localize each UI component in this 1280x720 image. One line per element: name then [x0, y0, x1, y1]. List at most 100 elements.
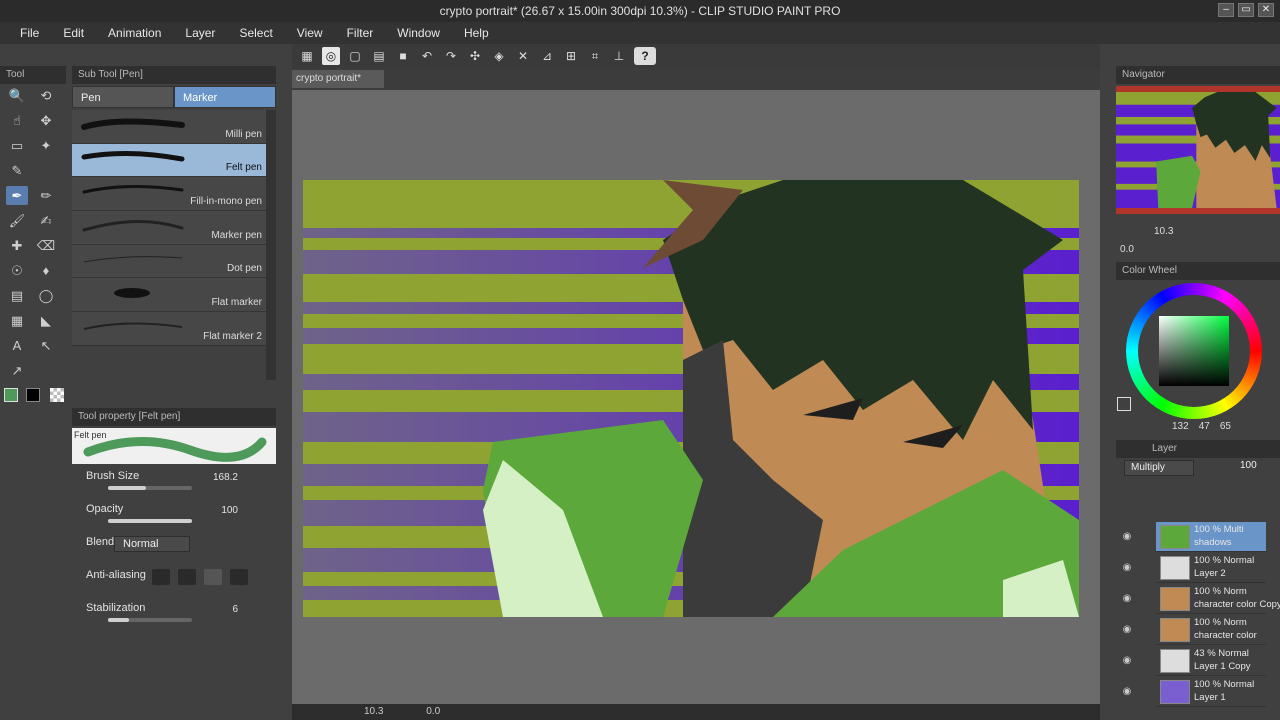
anti-aliasing-strong[interactable] [230, 569, 248, 585]
selection-icon[interactable]: ▭ [6, 136, 28, 155]
opacity-value[interactable]: 100 [221, 505, 238, 516]
navigator-zoom[interactable]: 10.3 [1154, 226, 1173, 237]
eye-icon[interactable]: ◉ [1121, 562, 1133, 574]
tool-property-tab[interactable]: Tool property [Felt pen] [72, 408, 276, 426]
tool-panel-tab[interactable]: Tool [0, 66, 66, 84]
redo-icon[interactable]: ↷ [442, 47, 460, 65]
layer-row[interactable]: 43 % Normal Layer 1 Copy [1156, 646, 1266, 676]
menu-help[interactable]: Help [452, 26, 501, 40]
minimize-button[interactable]: – [1218, 3, 1234, 17]
brush-item-dot-pen[interactable]: Dot pen [72, 244, 266, 279]
anti-aliasing-weak[interactable] [178, 569, 196, 585]
eye-icon[interactable]: ◉ [1121, 531, 1133, 543]
snap-ruler-icon[interactable]: ⊿ [538, 47, 556, 65]
eraser-icon[interactable]: ⌫ [35, 236, 57, 255]
color-wheel-ring[interactable] [1126, 283, 1262, 419]
layer-row[interactable]: 100 % Norm character color Copy [1156, 584, 1280, 614]
layer-row[interactable]: 100 % Normal Layer 2 [1156, 553, 1266, 583]
navigator-angle[interactable]: 0.0 [1120, 244, 1134, 255]
menu-file[interactable]: File [8, 26, 51, 40]
maximize-button[interactable]: ▭ [1238, 3, 1254, 17]
blend-icon[interactable]: ☉ [6, 261, 28, 280]
artwork-canvas[interactable] [303, 180, 1079, 617]
new-file-icon[interactable]: ▢ [346, 47, 364, 65]
status-zoom[interactable]: 10.3 [364, 706, 383, 717]
subtool-panel-tab[interactable]: Sub Tool [Pen] [72, 66, 276, 84]
brush-item-felt-pen[interactable]: Felt pen [72, 143, 266, 178]
frame-icon[interactable]: ▦ [6, 311, 28, 330]
correct-line-icon[interactable]: ↗ [6, 361, 28, 380]
menu-edit[interactable]: Edit [51, 26, 96, 40]
operation-icon[interactable]: ☝ [6, 111, 28, 130]
brush-size-value[interactable]: 168.2 [213, 472, 238, 483]
pencil-icon[interactable]: ✏ [35, 186, 57, 205]
menu-view[interactable]: View [285, 26, 335, 40]
color-saturation-square[interactable] [1159, 316, 1229, 386]
menu-filter[interactable]: Filter [335, 26, 386, 40]
menu-grid-icon[interactable]: ▦ [298, 47, 316, 65]
layer-tab[interactable]: Layer [1116, 440, 1280, 458]
menu-select[interactable]: Select [227, 26, 284, 40]
gradient-icon[interactable]: ▤ [6, 286, 28, 305]
snap-special-icon[interactable]: ⌗ [586, 47, 604, 65]
layer-blend-mode-select[interactable]: Multiply [1124, 460, 1194, 476]
menu-window[interactable]: Window [385, 26, 452, 40]
brush-list-scrollbar[interactable] [266, 110, 276, 380]
eye-icon[interactable]: ◉ [1121, 593, 1133, 605]
saturation-value[interactable]: 47 [1199, 421, 1210, 432]
fill-command-icon[interactable]: ◈ [490, 47, 508, 65]
layer-opacity-value[interactable]: 100 [1240, 460, 1257, 471]
tab-pen[interactable]: Pen [72, 86, 174, 108]
blending-mode-select[interactable]: Normal [114, 536, 190, 552]
navigator-preview[interactable] [1116, 86, 1280, 214]
layer-row[interactable]: 100 % Normal Layer 1 [1156, 677, 1266, 707]
eye-icon[interactable]: ◉ [1121, 655, 1133, 667]
menu-layer[interactable]: Layer [173, 26, 227, 40]
brightness-value[interactable]: 65 [1220, 421, 1231, 432]
navigator-tab[interactable]: Navigator [1116, 66, 1280, 84]
brush-item-flat-marker[interactable]: Flat marker [72, 278, 266, 313]
airbrush-icon[interactable]: ✍ [35, 211, 57, 230]
anti-aliasing-none[interactable] [152, 569, 170, 585]
save-icon[interactable]: ■ [394, 47, 412, 65]
brush-icon[interactable]: 🖌 [6, 211, 28, 230]
status-angle[interactable]: 0.0 [426, 706, 440, 717]
zoom-icon[interactable]: 🔍 [6, 86, 28, 105]
sub-color-swatch[interactable] [26, 388, 40, 402]
deselect-icon[interactable]: ✕ [514, 47, 532, 65]
open-file-icon[interactable]: ▤ [370, 47, 388, 65]
snap-toggle-icon[interactable]: ⊥ [610, 47, 628, 65]
move-icon[interactable]: ✥ [35, 111, 57, 130]
menu-animation[interactable]: Animation [96, 26, 173, 40]
decoration-icon[interactable]: ✚ [6, 236, 28, 255]
anti-aliasing-medium[interactable] [204, 569, 222, 585]
balloon-icon[interactable]: ↖ [35, 336, 57, 355]
transparent-color-swatch[interactable] [50, 388, 64, 402]
undo-icon[interactable]: ↶ [418, 47, 436, 65]
main-color-swatch[interactable] [4, 388, 18, 402]
close-button[interactable]: ✕ [1258, 3, 1274, 17]
document-tab[interactable]: crypto portrait* [292, 70, 384, 88]
layer-row[interactable]: 100 % Multi shadows [1156, 522, 1266, 552]
eye-icon[interactable]: ◉ [1121, 624, 1133, 636]
brush-item-fill-in-mono-pen[interactable]: Fill-in-mono pen [72, 177, 266, 212]
brush-item-flat-marker-2[interactable]: Flat marker 2 [72, 312, 266, 346]
current-color-swatch[interactable] [1117, 397, 1131, 411]
tab-marker[interactable]: Marker [174, 86, 276, 108]
clip-studio-icon[interactable]: ◎ [322, 47, 340, 65]
opacity-slider[interactable] [108, 519, 192, 523]
brush-size-slider[interactable] [108, 486, 192, 490]
text-icon[interactable]: A [6, 336, 28, 355]
hue-value[interactable]: 132 [1172, 421, 1189, 432]
rotate-icon[interactable]: ⟲ [35, 86, 57, 105]
snap-grid-icon[interactable]: ⊞ [562, 47, 580, 65]
brush-item-milli-pen[interactable]: Milli pen [72, 110, 266, 144]
help-button[interactable]: ? [634, 47, 656, 65]
color-wheel-tab[interactable]: Color Wheel [1116, 262, 1280, 280]
stabilization-value[interactable]: 6 [232, 604, 238, 615]
brush-item-marker-pen[interactable]: Marker pen [72, 211, 266, 245]
pen-icon[interactable]: ✒ [6, 186, 28, 205]
layer-row[interactable]: 100 % Norm character color [1156, 615, 1266, 645]
stabilization-slider[interactable] [108, 618, 192, 622]
auto-select-icon[interactable]: ✦ [35, 136, 57, 155]
